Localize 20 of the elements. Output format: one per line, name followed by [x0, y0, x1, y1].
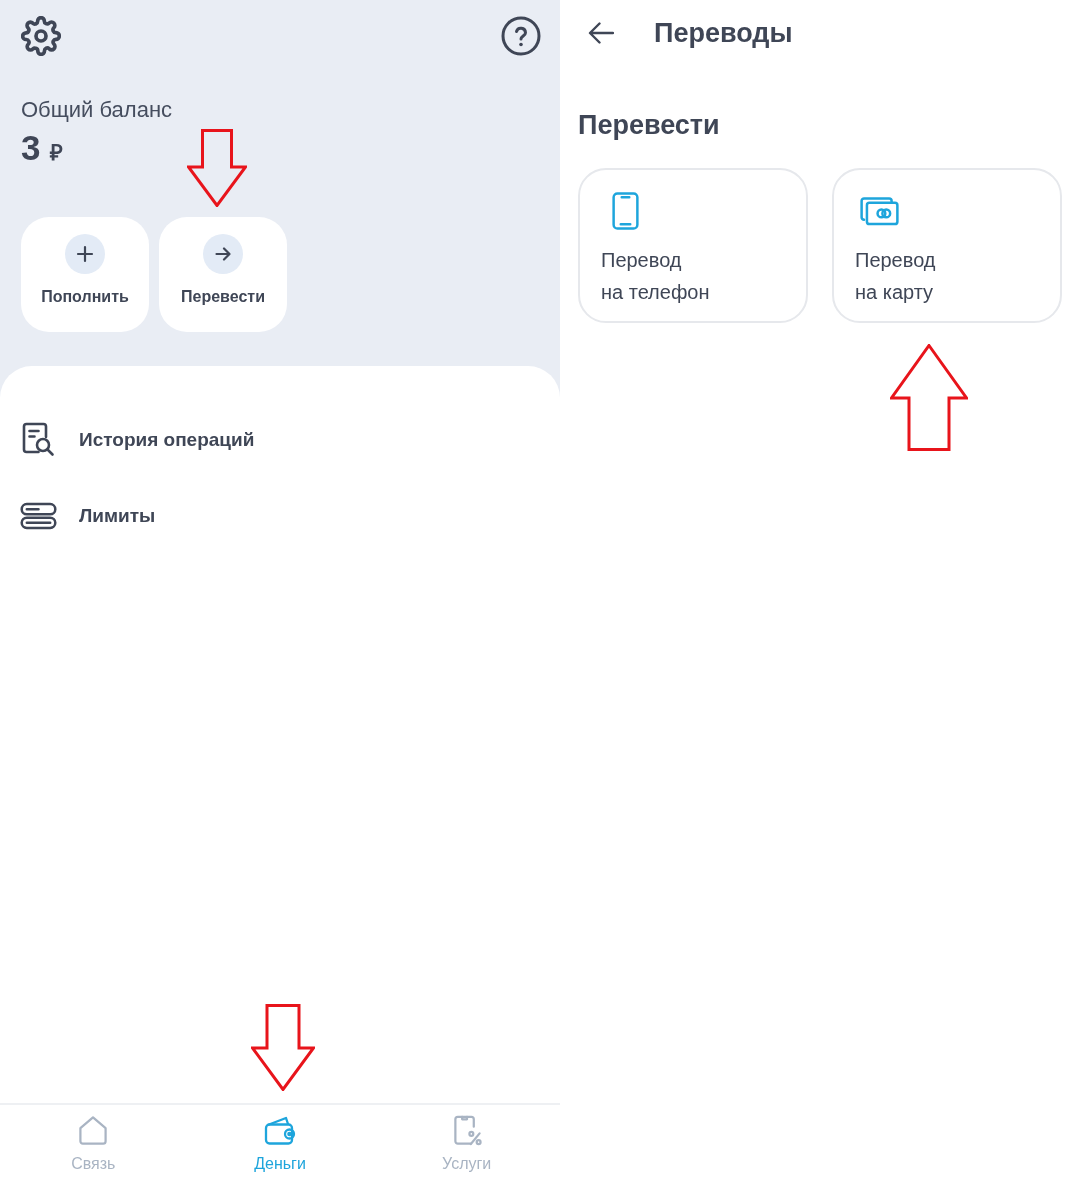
home-icon — [77, 1115, 110, 1146]
phone-icon — [612, 192, 639, 230]
settings-icon[interactable] — [21, 16, 61, 56]
transfer-option-card[interactable]: Перевод на карту — [832, 168, 1062, 323]
plus-icon — [65, 234, 105, 274]
screen-title: Переводы — [654, 17, 793, 49]
document-search-icon — [20, 422, 57, 458]
transfer-button[interactable]: Перевести — [159, 217, 287, 332]
cards-icon — [860, 196, 899, 226]
menu-item[interactable]: Лимиты — [0, 478, 172, 554]
back-arrow-icon[interactable] — [588, 22, 614, 44]
wallet-icon — [264, 1115, 296, 1146]
balance-label: Общий баланс — [21, 96, 173, 124]
section-title: Перевести — [578, 109, 720, 142]
arrow-right-icon — [203, 234, 243, 274]
top-up-button[interactable]: Пополнить — [21, 217, 149, 332]
menu-item[interactable]: История операций — [0, 402, 271, 478]
balance-amount: 3 ₽ — [21, 128, 64, 169]
help-icon[interactable] — [501, 16, 541, 56]
transfer-option-card[interactable]: Перевод на телефон — [578, 168, 808, 323]
